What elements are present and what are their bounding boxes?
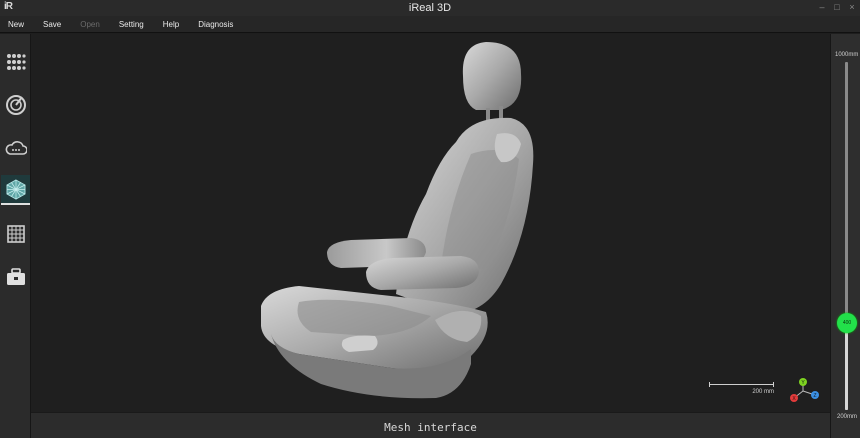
slider-handle-label: 400 bbox=[842, 320, 852, 326]
sidebar-item-texture[interactable] bbox=[1, 219, 30, 249]
menu-open: Open bbox=[80, 19, 100, 29]
slider-fill bbox=[845, 323, 848, 410]
scale-label: 200 mm bbox=[752, 389, 774, 395]
menu-bar: New Save Open Setting Help Diagnosis bbox=[0, 16, 860, 33]
scale-bar: 200 mm bbox=[709, 380, 776, 400]
axis-z-label: Z bbox=[813, 393, 816, 399]
interface-label: Mesh interface bbox=[384, 421, 477, 434]
sidebar-item-mesh[interactable] bbox=[1, 175, 30, 205]
close-icon[interactable]: × bbox=[848, 2, 856, 12]
sidebar-item-point-cloud[interactable] bbox=[1, 133, 30, 163]
maximize-icon[interactable]: □ bbox=[833, 2, 841, 12]
scale-line bbox=[709, 384, 774, 385]
axis-gizmo: Y X Z bbox=[790, 378, 819, 402]
menu-help[interactable]: Help bbox=[163, 20, 179, 29]
scan-target-icon bbox=[5, 95, 26, 115]
menu-new[interactable]: New bbox=[8, 20, 24, 29]
mesh-cube-icon bbox=[6, 179, 25, 200]
scale-tick-left bbox=[709, 382, 710, 387]
dot-grid-icon bbox=[6, 54, 26, 70]
depth-slider-panel: 1000mm 400 200mm bbox=[830, 34, 860, 438]
scale-tick-right bbox=[773, 382, 774, 387]
left-toolbar bbox=[0, 34, 31, 438]
sidebar-item-tools[interactable] bbox=[1, 262, 30, 292]
texture-grid-icon bbox=[6, 225, 25, 243]
sidebar-item-scan[interactable] bbox=[1, 90, 30, 120]
slider-min-label: 200mm bbox=[837, 414, 858, 420]
title-bar: iR iReal 3D – □ × bbox=[0, 0, 860, 16]
toolbox-icon bbox=[6, 268, 25, 285]
car-seat-model bbox=[261, 42, 534, 399]
point-cloud-icon bbox=[5, 141, 27, 155]
menu-setting[interactable]: Setting bbox=[119, 20, 144, 29]
window-controls: – □ × bbox=[818, 2, 856, 12]
slider-max-label: 1000mm bbox=[835, 52, 859, 58]
window-title: iReal 3D bbox=[408, 2, 452, 14]
slider-handle[interactable]: 400 bbox=[837, 313, 857, 333]
status-footer: Mesh interface bbox=[31, 412, 830, 438]
minimize-icon[interactable]: – bbox=[818, 2, 826, 12]
sidebar-item-scan-points[interactable] bbox=[1, 47, 30, 77]
menu-save[interactable]: Save bbox=[43, 20, 61, 29]
menu-diagnosis[interactable]: Diagnosis bbox=[198, 20, 233, 29]
mesh-viewport[interactable]: 200 mm Y X Z bbox=[31, 34, 830, 412]
